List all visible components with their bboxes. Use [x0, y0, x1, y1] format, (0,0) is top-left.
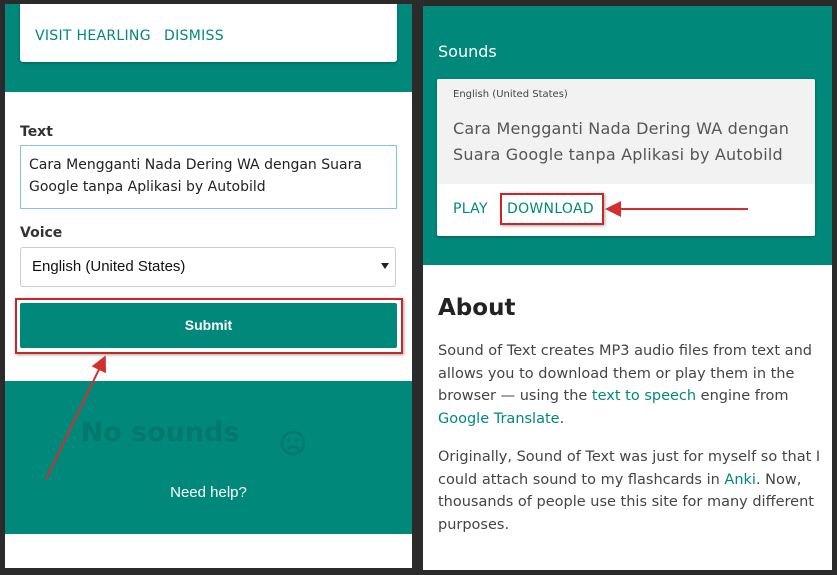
about-heading: About [438, 295, 516, 321]
voice-select-value: English (United States) [32, 258, 186, 275]
sound-card: English (United States) Cara Mengganti N… [437, 79, 815, 236]
about-paragraph-2: Originally, Sound of Text was just for m… [438, 446, 822, 536]
play-button[interactable]: PLAY [453, 201, 488, 217]
screenshot-frame: VISIT HEARLING DISMISS Text Cara Menggan… [0, 0, 837, 575]
google-translate-link[interactable]: Google Translate [438, 411, 560, 427]
download-highlight-box [500, 193, 604, 225]
sound-text: Cara Mengganti Nada Dering WA dengan Sua… [453, 119, 790, 164]
text-input-value: Cara Mengganti Nada Dering WA dengan Sua… [29, 157, 362, 195]
voice-select[interactable]: English (United States) [20, 247, 396, 287]
no-sounds-text: No sounds [80, 417, 240, 448]
text-input[interactable]: Cara Mengganti Nada Dering WA dengan Sua… [20, 145, 397, 209]
text-label: Text [20, 124, 53, 140]
chevron-down-icon [381, 263, 389, 269]
sounds-heading: Sounds [438, 42, 497, 61]
about-p1-text-b: engine from [696, 388, 789, 404]
about-paragraph-1: Sound of Text creates MP3 audio files fr… [438, 340, 822, 430]
about-p1-text-c: . [559, 410, 565, 427]
dismiss-button[interactable]: DISMISS [164, 28, 224, 44]
visit-hearling-button[interactable]: VISIT HEARLING [35, 28, 151, 44]
right-panel: Sounds English (United States) Cara Meng… [423, 6, 832, 570]
sound-language: English (United States) [453, 89, 568, 100]
text-to-speech-link[interactable]: text to speech [592, 388, 696, 404]
anki-link[interactable]: Anki [724, 472, 756, 488]
submit-highlight-box [15, 298, 403, 354]
voice-label: Voice [20, 225, 63, 241]
notice-card: VISIT HEARLING DISMISS [20, 4, 397, 62]
need-help-link[interactable]: Need help? [5, 484, 412, 501]
left-panel: VISIT HEARLING DISMISS Text Cara Menggan… [5, 4, 412, 568]
sounds-empty-section [5, 381, 412, 534]
